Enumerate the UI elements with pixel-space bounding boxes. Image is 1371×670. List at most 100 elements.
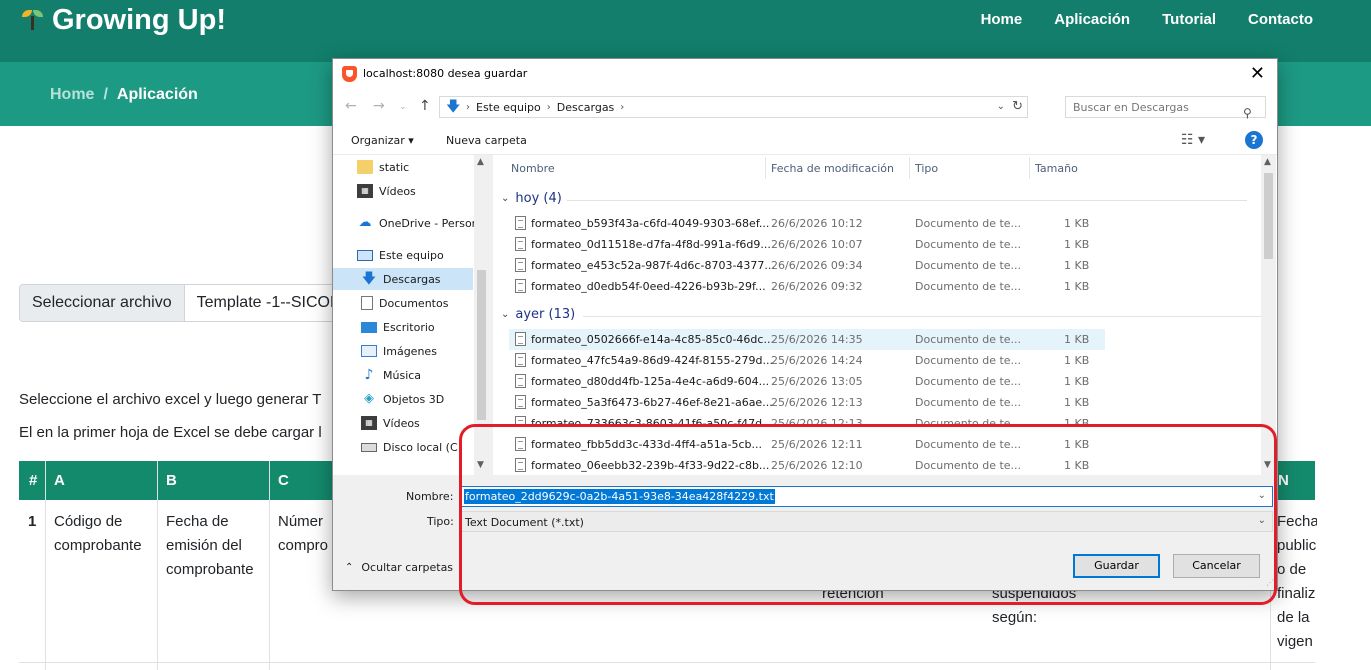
file-row[interactable]: formateo_733663c3-8603-41f6-a50c-f47d...…: [509, 413, 1105, 425]
file-row[interactable]: formateo_d0edb54f-0eed-4226-b93b-29f... 2…: [509, 276, 1105, 297]
recent-locations-chevron-icon[interactable]: ⌄: [399, 102, 407, 112]
file-name: formateo_fbb5dd3c-433d-4ff4-a51a-5cb...: [531, 438, 762, 451]
row-number: 1: [28, 513, 37, 530]
scroll-thumb[interactable]: [1264, 173, 1273, 259]
nav-item-escritorio[interactable]: Escritorio: [361, 316, 489, 338]
cancel-button[interactable]: Cancelar: [1173, 554, 1260, 578]
file-row[interactable]: formateo_fbb5dd3c-433d-4ff4-a51a-5cb... 2…: [509, 434, 1105, 455]
file-row[interactable]: formateo_5a3f6473-6b27-46ef-8e21-a6ae...…: [509, 392, 1105, 413]
save-button[interactable]: Guardar: [1073, 554, 1160, 578]
cell-a: Código de comprobante: [54, 513, 142, 554]
column-header-date[interactable]: Fecha de modificación: [771, 162, 894, 175]
chevron-down-icon[interactable]: ⌄: [1258, 490, 1266, 501]
refresh-icon[interactable]: ↻: [1012, 99, 1023, 114]
scroll-up-icon[interactable]: ▲: [477, 157, 484, 167]
chevron-right-icon: ›: [546, 101, 551, 113]
help-icon[interactable]: ?: [1245, 131, 1263, 149]
file-size: 1 KB: [1064, 280, 1090, 293]
nav-item-videos[interactable]: ▦ Vídeos: [357, 180, 489, 202]
file-row[interactable]: formateo_06eebb32-239b-4f33-9d22-c8b... 2…: [509, 455, 1105, 475]
file-row[interactable]: formateo_0502666f-e14a-4c85-85c0-46dc...…: [509, 329, 1105, 350]
file-row[interactable]: formateo_e453c52a-987f-4d6c-8703-4377...…: [509, 255, 1105, 276]
chevron-down-icon[interactable]: ⌄: [997, 101, 1005, 112]
site-header: Growing Up! Home Aplicación Tutorial Con…: [0, 0, 1371, 62]
file-date: 25/6/2026 12:13: [771, 417, 863, 425]
close-icon[interactable]: ✕: [1250, 63, 1265, 84]
scroll-up-icon[interactable]: ▲: [1264, 157, 1271, 167]
breadcrumb-home[interactable]: Home: [50, 86, 94, 103]
file-date: 26/6/2026 09:32: [771, 280, 863, 293]
column-header-size[interactable]: Tamaño: [1035, 162, 1078, 175]
search-input[interactable]: Buscar en Descargas: [1065, 96, 1266, 118]
file-type: Documento de te...: [915, 217, 1022, 230]
group-header-ayer[interactable]: ⌄ ayer (13): [501, 307, 1263, 322]
text-file-icon: [515, 332, 526, 346]
column-header-name[interactable]: Nombre: [511, 162, 555, 175]
file-date: 25/6/2026 12:10: [771, 459, 863, 472]
group-label: hoy (4): [515, 191, 562, 206]
nav-item-objetos-3d[interactable]: ◈ Objetos 3D: [361, 388, 489, 410]
nav-item-label: Disco local (C: [383, 440, 458, 454]
brand-name: Growing Up!: [52, 4, 226, 36]
file-row[interactable]: formateo_b593f43a-c6fd-4049-9303-68ef...…: [509, 213, 1105, 234]
search-icon[interactable]: ⚲: [1237, 96, 1257, 120]
text-file-icon: [515, 258, 526, 272]
nav-contacto[interactable]: Contacto: [1248, 11, 1313, 28]
nav-item-label: Escritorio: [383, 320, 435, 334]
column-header-type[interactable]: Tipo: [915, 162, 938, 175]
nav-item-documentos[interactable]: Documentos: [361, 292, 489, 314]
dialog-toolbar: Organizar ▾ Nueva carpeta ☷ ▾ ?: [333, 125, 1277, 155]
file-list-scrollbar[interactable]: ▲ ▼: [1261, 155, 1276, 475]
scroll-down-icon[interactable]: ▼: [1264, 460, 1271, 470]
filetype-select[interactable]: Text Document (*.txt) ⌄: [461, 511, 1273, 532]
downloads-icon: 🡇: [361, 271, 377, 287]
col-divider: [157, 461, 158, 670]
text-file-icon: [515, 353, 526, 367]
scroll-thumb[interactable]: [477, 270, 486, 420]
forward-arrow-icon[interactable]: →: [373, 98, 385, 114]
new-folder-button[interactable]: Nueva carpeta: [446, 134, 527, 147]
nav-home[interactable]: Home: [981, 11, 1023, 28]
nav-item-descargas[interactable]: 🡇 Descargas: [333, 268, 473, 290]
nav-item-static[interactable]: static: [357, 156, 489, 178]
nav-item-onedrive[interactable]: ☁ OneDrive - Person: [357, 212, 489, 234]
nav-item-musica[interactable]: ♪ Música: [361, 364, 489, 386]
resize-grip-icon[interactable]: ⋰: [1266, 578, 1274, 587]
nav-item-este-equipo[interactable]: Este equipo: [357, 244, 489, 266]
filename-field[interactable]: formateo_2dd9629c-0a2b-4a51-93e8-34ea428…: [461, 486, 1273, 507]
file-size: 1 KB: [1064, 333, 1090, 346]
group-divider: [583, 316, 1263, 317]
file-name: formateo_e453c52a-987f-4d6c-8703-4377...: [531, 259, 775, 272]
group-header-hoy[interactable]: ⌄ hoy (4): [501, 191, 1247, 206]
hide-folders-toggle[interactable]: ⌃ Ocultar carpetas: [345, 561, 453, 574]
select-file-button[interactable]: Seleccionar archivo: [20, 285, 185, 321]
chevron-down-icon[interactable]: ⌄: [1258, 515, 1266, 526]
address-crumb-este-equipo[interactable]: Este equipo: [476, 101, 541, 114]
file-row[interactable]: formateo_d80dd4fb-125a-4e4c-a6d9-604... 2…: [509, 371, 1105, 392]
nav-scrollbar[interactable]: ▲ ▼: [474, 155, 489, 475]
organize-menu[interactable]: Organizar ▾: [351, 134, 414, 147]
view-options-icon[interactable]: ☷ ▾: [1181, 132, 1205, 148]
brand[interactable]: Growing Up!: [20, 4, 226, 37]
file-size: 1 KB: [1064, 459, 1090, 472]
scroll-down-icon[interactable]: ▼: [477, 460, 484, 470]
file-row[interactable]: formateo_0d11518e-d7fa-4f8d-991a-f6d9...…: [509, 234, 1105, 255]
group-label: ayer (13): [515, 307, 576, 322]
address-crumb-descargas[interactable]: Descargas: [557, 101, 615, 114]
back-arrow-icon[interactable]: ←: [345, 98, 357, 114]
nav-tutorial[interactable]: Tutorial: [1162, 11, 1216, 28]
nav-item-label: Este equipo: [379, 248, 444, 262]
address-bar[interactable]: 🡇 › Este equipo › Descargas › ⌄ ↻: [439, 96, 1028, 118]
nav-item-imagenes[interactable]: Imágenes: [361, 340, 489, 362]
file-row[interactable]: formateo_47fc54a9-86d9-424f-8155-279d...…: [509, 350, 1105, 371]
chevron-right-icon: ›: [466, 101, 470, 113]
nav-item-disco-local[interactable]: Disco local (C: [361, 436, 489, 458]
file-input[interactable]: Seleccionar archivo Template -1--SICOR: [19, 284, 349, 322]
up-arrow-icon[interactable]: ↑: [419, 98, 431, 114]
group-divider: [567, 200, 1247, 201]
cell-n: Fecha public o de finaliz de la vigen: [1277, 513, 1317, 650]
col-header-number: #: [29, 472, 38, 489]
nav-aplicacion[interactable]: Aplicación: [1054, 11, 1130, 28]
nav-item-videos-2[interactable]: ▦ Vídeos: [361, 412, 489, 434]
nav-item-label: Vídeos: [383, 416, 420, 430]
